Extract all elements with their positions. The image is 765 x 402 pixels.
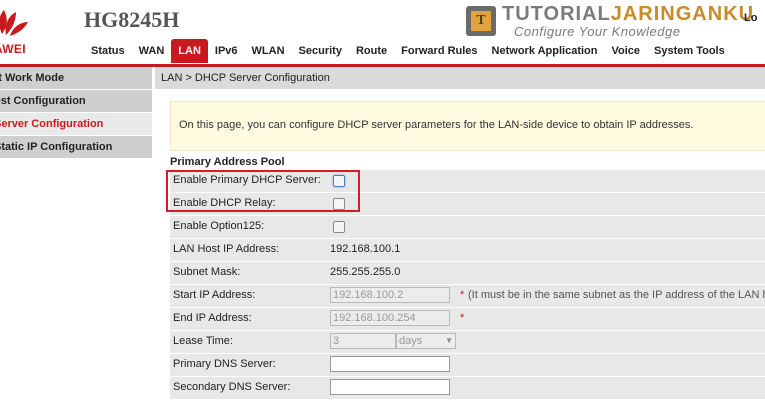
secondary-dns-label: Secondary DNS Server: (173, 381, 291, 393)
nav-status[interactable]: Status (84, 39, 132, 63)
nav-forward-rules[interactable]: Forward Rules (394, 39, 484, 63)
nav-route[interactable]: Route (349, 39, 394, 63)
sidebar: rt Work Mode ost Configuration Server Co… (0, 67, 152, 402)
info-text: On this page, you can configure DHCP ser… (179, 119, 694, 131)
sidebar-item-dhcp-server-configuration[interactable]: Server Configuration (0, 113, 152, 135)
primary-dns-label: Primary DNS Server: (173, 358, 276, 370)
form-row-lease-time: Lease Time: 3 days ▼ (170, 331, 765, 354)
subnet-mask-value: 255.255.255.0 (330, 266, 401, 278)
form-row-start-ip: Start IP Address: 192.168.100.2 * (It mu… (170, 285, 765, 308)
secondary-dns-input[interactable] (330, 379, 450, 395)
form-row-subnet-mask: Subnet Mask: 255.255.255.0 (170, 262, 765, 285)
info-box: On this page, you can configure DHCP ser… (170, 101, 765, 151)
nav-system-tools[interactable]: System Tools (647, 39, 732, 63)
watermark-logo: T TUTORIALJARINGANKU Configure Your Know… (466, 3, 756, 39)
enable-option125-label: Enable Option125: (173, 220, 265, 232)
form-row-enable-option125: Enable Option125: (170, 216, 765, 239)
chevron-down-icon: ▼ (445, 336, 453, 345)
subnet-mask-label: Subnet Mask: (173, 266, 241, 278)
nav-ipv6[interactable]: IPv6 (208, 39, 245, 63)
lease-unit-select[interactable]: days ▼ (396, 333, 456, 349)
form-row-primary-dns: Primary DNS Server: (170, 354, 765, 377)
lan-host-ip-value: 192.168.100.1 (330, 243, 401, 255)
lease-time-input[interactable]: 3 (330, 333, 396, 349)
start-ip-note: (It must be in the same subnet as the IP… (468, 289, 765, 301)
watermark-title: TUTORIALJARINGANKU (502, 3, 755, 25)
brand-name: AWEI (0, 42, 26, 56)
primary-dns-input[interactable] (330, 356, 450, 372)
header-bar: AWEI HG8245H Status WAN LAN IPv6 WLAN Se… (0, 0, 765, 67)
end-ip-input[interactable]: 192.168.100.254 (330, 310, 450, 326)
huawei-logo-icon (0, 10, 28, 36)
nav-wlan[interactable]: WLAN (245, 39, 292, 63)
breadcrumb: LAN > DHCP Server Configuration (155, 67, 765, 89)
main-nav: Status WAN LAN IPv6 WLAN Security Route … (84, 39, 732, 63)
form-row-end-ip: End IP Address: 192.168.100.254 * (170, 308, 765, 331)
device-model: HG8245H (84, 7, 180, 32)
required-mark: * (460, 312, 465, 324)
nav-network-application[interactable]: Network Application (485, 39, 605, 63)
form-row-lan-host-ip: LAN Host IP Address: 192.168.100.1 (170, 239, 765, 262)
main-content: LAN > DHCP Server Configuration On this … (155, 67, 765, 402)
nav-voice[interactable]: Voice (604, 39, 647, 63)
lease-time-label: Lease Time: (173, 335, 233, 347)
form-row-secondary-dns: Secondary DNS Server: (170, 377, 765, 400)
sidebar-item-work-mode[interactable]: rt Work Mode (0, 67, 152, 89)
start-ip-input[interactable]: 192.168.100.2 (330, 287, 450, 303)
lan-host-ip-label: LAN Host IP Address: (173, 243, 280, 255)
nav-lan[interactable]: LAN (171, 39, 208, 63)
required-mark: * (460, 289, 465, 301)
logout-link[interactable]: Lo (744, 12, 757, 24)
start-ip-label: Start IP Address: (173, 289, 256, 301)
end-ip-label: End IP Address: (173, 312, 252, 324)
nav-security[interactable]: Security (292, 39, 349, 63)
sidebar-item-static-ip-configuration[interactable]: Static IP Configuration (0, 136, 152, 158)
watermark-tagline: Configure Your Knowledge (514, 24, 681, 39)
enable-option125-checkbox[interactable] (333, 221, 345, 233)
watermark-badge-icon: T (466, 6, 496, 36)
highlight-annotation (166, 170, 360, 212)
section-title: Primary Address Pool (170, 156, 285, 168)
sidebar-item-host-configuration[interactable]: ost Configuration (0, 90, 152, 112)
nav-wan[interactable]: WAN (132, 39, 172, 63)
